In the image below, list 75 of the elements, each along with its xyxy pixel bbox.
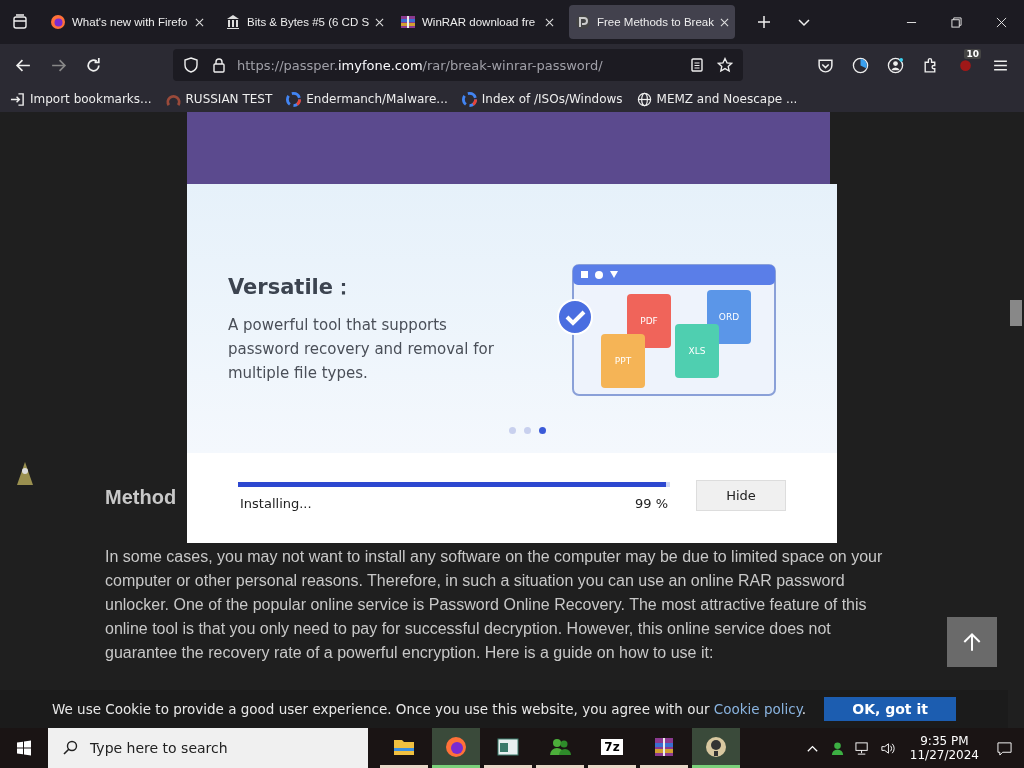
close-icon[interactable] [996, 16, 1007, 28]
feature-title: Versatile： [228, 274, 356, 301]
article-paragraph: In some cases, you may not want to install any software on the computer may be due to limited space on your computer or other personal reasons. Therefore, in such a situation you can use an online RAR password unlocker. One of the popular online service is Password Online Recovery. The most attractive feature of this online tool is that you only need to pay for successful decryption. However, this online service does not guarantee the recovery rate of a powerful encryption. Here is a guide on how to use it: [105, 547, 884, 663]
lock-icon [211, 57, 227, 73]
tab-title: WinRAR download fre [422, 16, 537, 28]
browser-tab[interactable]: Free Methods to Break [569, 5, 735, 39]
section-heading: Method [105, 485, 177, 509]
file-type-label: PDF [640, 316, 658, 326]
taskbar-app-button[interactable]: 7z [588, 728, 636, 768]
ok-button[interactable]: OK, got it [824, 697, 957, 721]
browser-tab[interactable]: WinRAR download fre [394, 5, 560, 39]
tab-title: Free Methods to Break [597, 16, 714, 28]
file-type-label: XLS [688, 346, 706, 356]
clock-date: 11/27/2024 [909, 748, 979, 762]
import-icon [10, 91, 25, 107]
cookie-notice: We use Cookie to provide a good user experience. Once you use this website, you agree with our Cookie policy. [51, 701, 807, 717]
bookmark-label: RUSSIAN TEST [185, 92, 273, 106]
tab-title: What's new with Firefo [72, 16, 189, 28]
close-icon[interactable] [720, 17, 729, 27]
globe-icon [636, 91, 652, 107]
url-text: https://passper.imyfone.com/rar/break-winrar-password/ [237, 57, 603, 73]
shield-icon [183, 57, 199, 73]
reader-view-icon[interactable] [689, 57, 705, 73]
browser-tab[interactable]: What's new with Firefo [44, 5, 210, 39]
carousel-dot[interactable] [523, 427, 531, 434]
notification-icon[interactable] [997, 740, 1012, 756]
taskbar-search-field[interactable]: Type here to search [48, 728, 368, 768]
close-icon[interactable] [545, 17, 554, 27]
archive-icon [400, 14, 416, 30]
address-bar[interactable]: https://passper.imyfone.com/rar/break-winrar-password/ [173, 49, 743, 81]
bookmark-label: Endermanch/Malware... [306, 92, 448, 106]
file-type-label: ORD [718, 312, 740, 322]
person-icon[interactable] [829, 740, 845, 756]
bookmark-label: Index of /ISOs/Windows [481, 92, 623, 106]
carousel-dot[interactable] [538, 427, 546, 434]
clock-time: 9:35 PM [920, 734, 969, 748]
carousel-dot[interactable] [508, 427, 516, 434]
account-icon[interactable] [887, 56, 904, 74]
volume-icon[interactable] [879, 740, 895, 756]
new-tab-icon[interactable] [756, 14, 772, 30]
7z-icon[interactable]: 7z [601, 738, 623, 755]
file-type-label: PPT [614, 356, 632, 366]
bookmark-item[interactable]: Import bookmarks... [10, 91, 152, 107]
browser-tab[interactable]: Bits & Bytes #5 (6 CD S [219, 5, 385, 39]
scroll-to-top-button[interactable] [947, 617, 997, 667]
close-icon[interactable] [195, 17, 204, 27]
bookmark-item[interactable]: MEMZ and Noescape ... [636, 91, 798, 107]
tab-list-icon[interactable] [12, 14, 28, 30]
tab-title: Bits & Bytes #5 (6 CD S [247, 16, 370, 28]
close-icon[interactable] [375, 17, 385, 27]
taskbar-clock[interactable]: 9:35 PM 11/27/2024 [909, 734, 979, 762]
hide-button[interactable]: Hide [696, 480, 786, 511]
reload-icon[interactable] [85, 56, 102, 74]
taskbar-app-button[interactable] [692, 728, 740, 768]
bookmark-item[interactable]: RUSSIAN TEST [165, 91, 273, 107]
bank-icon [225, 14, 241, 30]
bookmark-item[interactable]: Index of /ISOs/Windows [461, 91, 623, 107]
search-placeholder: Type here to search [90, 740, 228, 756]
feature-description: A powerful tool that supports password recovery and removal for multiple file types. [228, 315, 495, 384]
figure-icon [15, 461, 35, 487]
network-icon[interactable] [854, 740, 870, 756]
cookie-policy-link[interactable]: Cookie policy [713, 701, 802, 717]
gauge-icon[interactable] [852, 56, 869, 74]
windows-start-icon[interactable] [16, 740, 32, 756]
arrow-up-icon [961, 631, 983, 653]
bookmark-label: MEMZ and Noescape ... [656, 92, 798, 106]
bookmark-item[interactable]: Endermanch/Malware... [286, 91, 448, 107]
progress-percent: 99 % [634, 496, 668, 511]
pocket-icon[interactable] [817, 56, 834, 74]
restore-icon[interactable] [951, 16, 962, 28]
search-icon [62, 740, 78, 756]
star-icon[interactable] [717, 57, 733, 73]
notification-count: 10 [964, 48, 981, 59]
bookmark-label: Import bookmarks... [30, 92, 152, 106]
status-text: Installing... [240, 496, 312, 511]
